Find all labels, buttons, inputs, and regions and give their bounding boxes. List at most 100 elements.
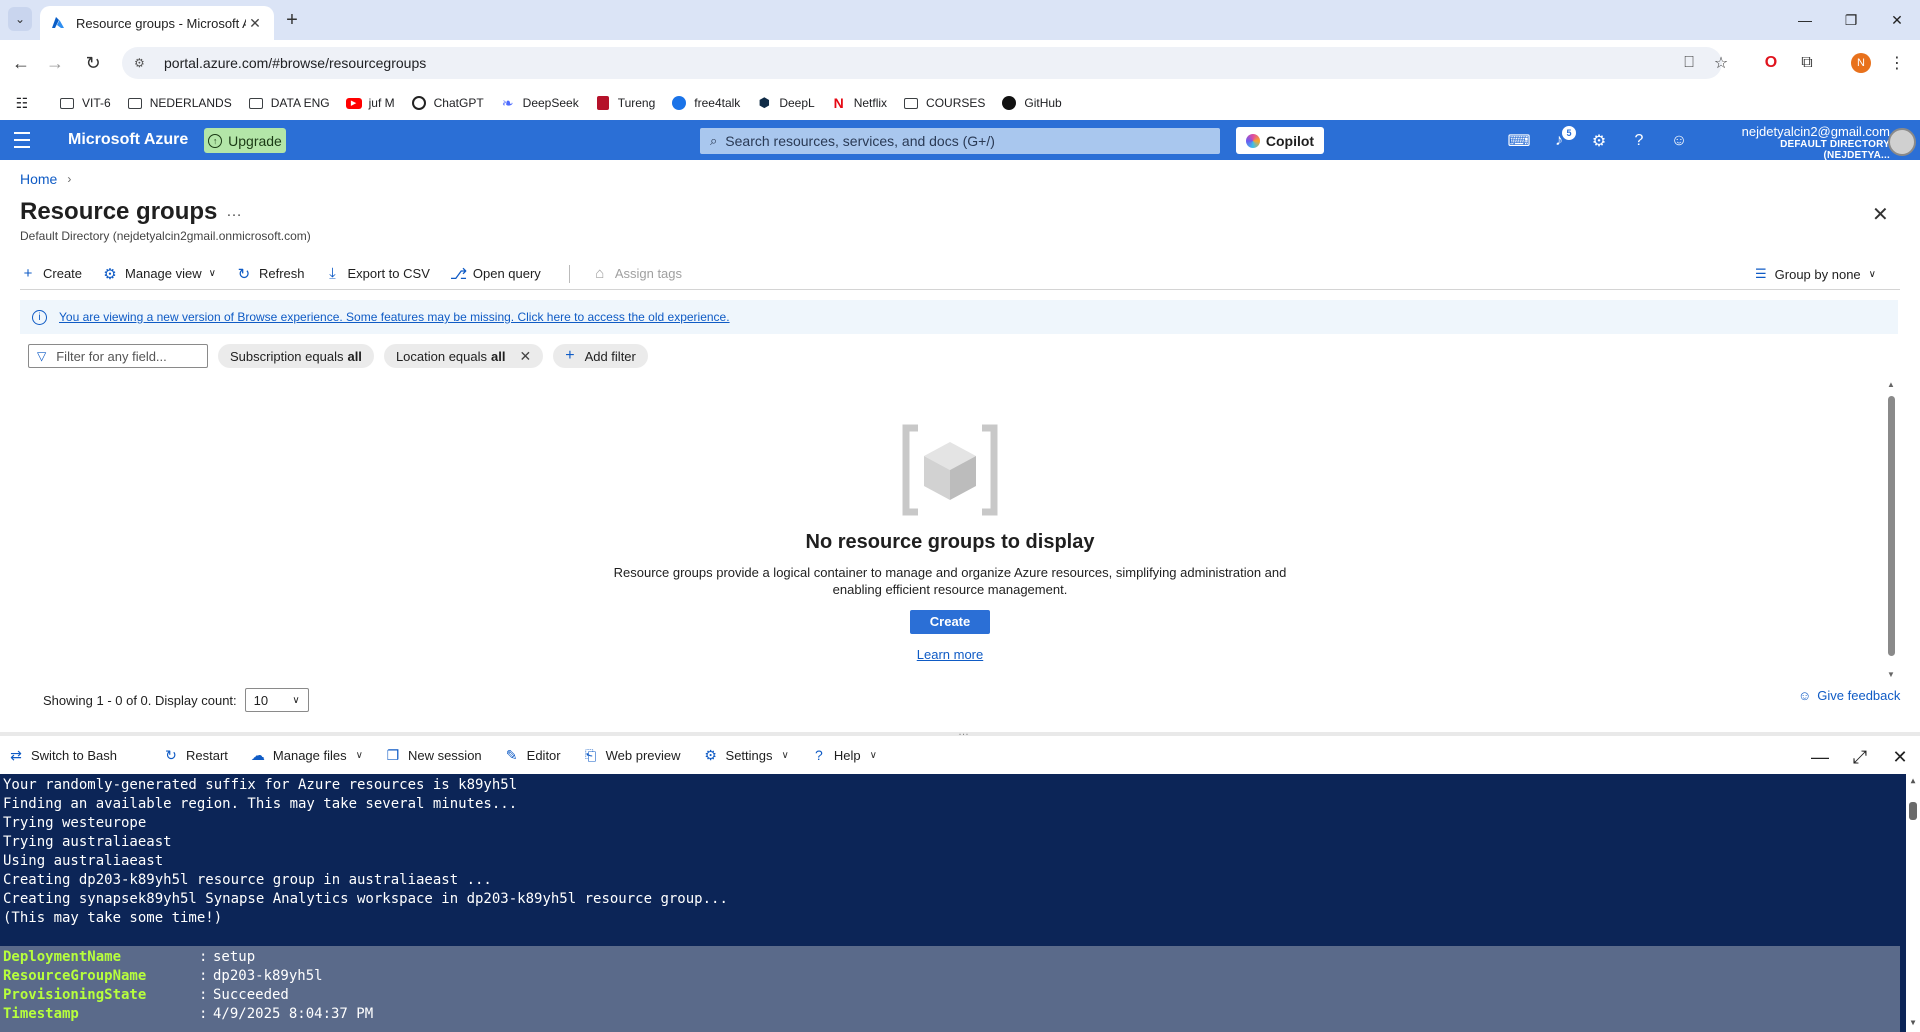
avatar[interactable]	[1888, 128, 1916, 156]
tab-search-button[interactable]: ⌄	[8, 7, 32, 31]
close-tab-icon[interactable]: ✕	[246, 15, 264, 32]
azure-brand[interactable]: Microsoft Azure	[68, 131, 188, 149]
bookmark-free4talk[interactable]: free4talk	[671, 95, 740, 111]
bookmark-deepseek[interactable]: ❧ DeepSeek	[500, 95, 579, 111]
azure-search-input[interactable]: ⌕ Search resources, services, and docs (…	[700, 128, 1220, 154]
assign-tags-button[interactable]: ⌂ Assign tags	[592, 265, 682, 282]
new-session-button[interactable]: ❐ New session	[385, 747, 482, 764]
settings-gear-icon[interactable]: ⚙	[1586, 128, 1612, 154]
feedback-icon[interactable]: ☺	[1666, 128, 1692, 154]
empty-state: No resource groups to display Resource g…	[600, 422, 1300, 662]
scroll-up-icon[interactable]: ▲	[1886, 380, 1896, 389]
breadcrumb-home[interactable]: Home	[20, 171, 57, 187]
maximize-shell-icon[interactable]: ⤢	[1848, 745, 1872, 769]
add-filter-button[interactable]: + Add filter	[553, 344, 648, 368]
minimize-window-button[interactable]: —	[1782, 0, 1828, 40]
more-options-icon[interactable]: …	[226, 203, 243, 221]
back-arrow-icon[interactable]: ←	[8, 50, 34, 76]
resource-group-cube-icon	[902, 424, 998, 516]
bookmark-nederlands[interactable]: NEDERLANDS	[127, 95, 232, 111]
switch-to-bash-button[interactable]: ⇄ Switch to Bash	[8, 747, 117, 764]
bookmark-courses[interactable]: COURSES	[903, 95, 985, 111]
create-button[interactable]: + Create	[20, 265, 82, 282]
terminal-scrollbar[interactable]: ▲ ▼	[1906, 774, 1920, 1032]
shell-help-button[interactable]: ? Help ∨	[811, 747, 877, 763]
bookmark-juf-m[interactable]: ▶ juf M	[345, 95, 395, 111]
bookmark-star-icon[interactable]: ☆	[1708, 50, 1734, 76]
refresh-button[interactable]: ↻ Refresh	[236, 265, 305, 283]
install-app-icon[interactable]: ⎕	[1676, 50, 1702, 76]
manage-view-button[interactable]: ⚙ Manage view ∨	[102, 265, 216, 283]
site-info-icon[interactable]: ⚙	[134, 56, 152, 70]
extensions-puzzle-icon[interactable]: ⧉	[1794, 50, 1820, 76]
scroll-up-icon[interactable]: ▲	[1906, 776, 1920, 785]
filter-bar: ▽ Filter for any field... Subscription e…	[28, 344, 648, 368]
restore-window-button[interactable]: ❐	[1828, 0, 1874, 40]
filter-input[interactable]: ▽ Filter for any field...	[28, 344, 208, 368]
bookmark-netflix[interactable]: N Netflix	[831, 95, 887, 111]
close-blade-icon[interactable]: ✕	[1872, 202, 1889, 227]
scroll-down-icon[interactable]: ▼	[1906, 1018, 1920, 1027]
apps-grid-icon[interactable]: ☷	[14, 95, 37, 111]
restart-button[interactable]: ↻ Restart	[163, 747, 228, 764]
url-text: portal.azure.com/#browse/resourcegroups	[164, 55, 427, 71]
breadcrumb: Home ›	[20, 171, 71, 187]
address-bar[interactable]: ⚙ portal.azure.com/#browse/resourcegroup…	[122, 47, 1722, 79]
terminal-line: Your randomly-generated suffix for Azure…	[3, 777, 518, 793]
export-csv-button[interactable]: ⤓ Export to CSV	[325, 265, 430, 282]
table-row: ResourceGroupName: dp203-k89yh5l	[3, 968, 323, 984]
web-preview-button[interactable]: ⎗ Web preview	[583, 747, 681, 764]
free4talk-icon	[671, 95, 687, 111]
table-row: ProvisioningState: Succeeded	[3, 987, 289, 1003]
browser-menu-icon[interactable]: ⋮	[1884, 50, 1910, 76]
upgrade-button[interactable]: ↑ Upgrade	[204, 128, 286, 153]
content-scrollbar[interactable]: ▲ ▼	[1886, 380, 1896, 680]
bookmark-data-eng[interactable]: DATA ENG	[248, 95, 330, 111]
scroll-thumb[interactable]	[1909, 802, 1917, 820]
chevron-down-icon: ⌄	[14, 12, 26, 26]
scroll-down-icon[interactable]: ▼	[1886, 670, 1896, 679]
close-window-button[interactable]: ✕	[1874, 0, 1920, 40]
close-shell-icon[interactable]: ✕	[1888, 745, 1912, 769]
upgrade-arrow-icon: ↑	[208, 133, 223, 148]
editor-button[interactable]: ✎ Editor	[504, 747, 561, 764]
switch-arrows-icon: ⇄	[10, 746, 22, 763]
remove-filter-icon[interactable]: ✕	[519, 348, 531, 365]
terminal-output[interactable]: Your randomly-generated suffix for Azure…	[0, 774, 1920, 1032]
bookmarks-bar: ☷ VIT-6 NEDERLANDS DATA ENG ▶ juf M ChatG…	[0, 86, 1920, 120]
new-tab-button[interactable]: +	[280, 8, 304, 32]
account-info[interactable]: nejdetyalcin2@gmail.com DEFAULT DIRECTOR…	[1718, 124, 1890, 161]
bookmark-chatgpt[interactable]: ChatGPT	[411, 95, 484, 111]
give-feedback-link[interactable]: ☺ Give feedback	[1798, 688, 1900, 703]
deployment-result-table: DeploymentName: setup ResourceGroupName: d…	[0, 946, 1900, 1032]
copilot-button[interactable]: Copilot	[1236, 127, 1324, 154]
forward-arrow-icon[interactable]: →	[42, 50, 68, 76]
minimize-shell-icon[interactable]: —	[1808, 745, 1832, 769]
portal-menu-icon[interactable]	[14, 132, 30, 148]
folder-icon	[903, 95, 919, 111]
bookmark-vit6[interactable]: VIT-6	[59, 95, 111, 111]
help-question-icon[interactable]: ?	[1626, 128, 1652, 154]
scroll-thumb[interactable]	[1888, 396, 1895, 656]
cloud-shell-icon[interactable]: ⌨	[1506, 128, 1532, 154]
old-experience-link[interactable]: You are viewing a new version of Browse …	[59, 310, 730, 324]
shell-settings-button[interactable]: ⚙ Settings ∨	[703, 747, 789, 764]
group-by-dropdown[interactable]: ☰ Group by none ∨	[1755, 258, 1876, 290]
notifications-bell-icon[interactable]: ♪ 5	[1546, 126, 1576, 154]
location-filter-pill[interactable]: Location equals all ✕	[383, 344, 544, 368]
browser-tab-active[interactable]: Resource groups - Microsoft Azure ✕	[40, 6, 274, 40]
download-icon: ⤓	[329, 265, 336, 282]
empty-create-button[interactable]: Create	[910, 610, 990, 634]
profile-avatar[interactable]: N	[1848, 50, 1874, 76]
reload-icon[interactable]: ↻	[80, 50, 106, 76]
learn-more-link[interactable]: Learn more	[600, 647, 1300, 662]
open-query-button[interactable]: ⎇ Open query	[450, 265, 541, 283]
subscription-filter-pill[interactable]: Subscription equals all	[218, 344, 374, 368]
bookmark-deepl[interactable]: ⬢ DeepL	[756, 95, 815, 111]
terminal-lines: Your randomly-generated suffix for Azure…	[3, 776, 1899, 928]
manage-files-button[interactable]: ☁ Manage files ∨	[250, 747, 363, 764]
display-count-select[interactable]: 10 ∨	[244, 688, 309, 712]
bookmark-tureng[interactable]: Tureng	[595, 95, 655, 111]
bookmark-github[interactable]: GitHub	[1001, 95, 1062, 111]
opera-extension-icon[interactable]: O	[1758, 50, 1784, 76]
